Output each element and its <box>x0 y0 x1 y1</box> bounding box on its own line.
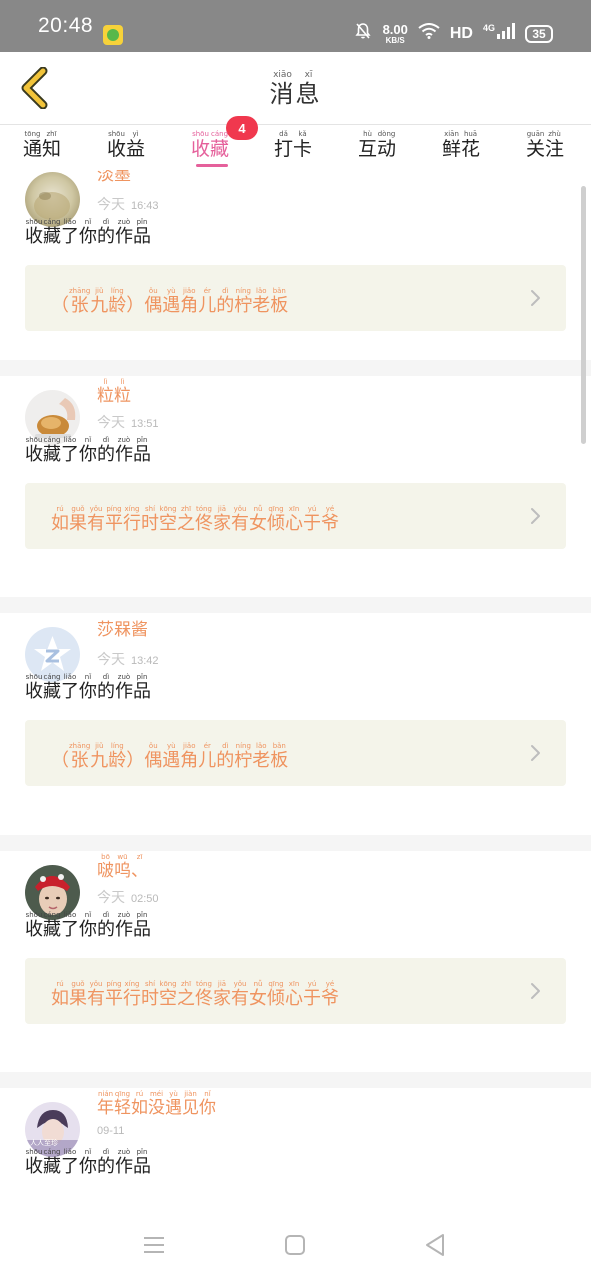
tab-4[interactable]: 打dǎ卡kǎ <box>274 130 312 161</box>
home-button[interactable] <box>280 1230 310 1260</box>
timestamp: 今天 02:50 <box>97 887 159 907</box>
tab-1[interactable]: 通tōng知zhī <box>23 130 61 161</box>
card-separator <box>0 835 591 851</box>
day-label: 今天 <box>97 652 125 668</box>
status-time: 20:48 <box>38 14 94 37</box>
signal-icon <box>497 23 515 44</box>
time-label: 13:42 <box>131 655 159 667</box>
tab-label: 通tōng知zhī <box>23 130 62 160</box>
username[interactable]: 啵bō呜wū、zī <box>97 853 148 881</box>
chevron-right-icon <box>526 289 544 307</box>
timestamp: 09-11 <box>97 1124 124 1137</box>
timestamp: 今天 13:42 <box>97 649 159 669</box>
card-separator <box>0 360 591 376</box>
wifi-icon <box>418 23 440 44</box>
page-title: 消xiāo息xī <box>0 70 591 109</box>
time-label: 02:50 <box>131 893 159 905</box>
notification-card[interactable]: 莎槑酱今天 13:42 收shōu藏cáng了liǎo你nǐ的dì作zuò品pǐn （… <box>0 613 591 803</box>
hd-label: HD <box>449 24 473 42</box>
battery-icon: 35 <box>525 24 553 43</box>
day-label: 今天 <box>97 890 125 906</box>
day-label: 今天 <box>97 415 125 431</box>
tab-bar: 4 通tōng知zhī 收shōu益yì 收shōu藏cáng 打dǎ卡kǎ 互hù动d… <box>0 116 591 170</box>
chevron-right-icon <box>526 507 544 525</box>
chevron-right-icon <box>526 744 544 762</box>
action-text: 收shōu藏cáng了liǎo你nǐ的dì作zuò品pǐn <box>25 218 151 247</box>
tab-2[interactable]: 收shōu益yì <box>107 130 145 161</box>
username[interactable]: 年nián轻qīng如rú没méi遇yù见jiàn你nǐ <box>97 1090 216 1118</box>
work-link[interactable]: 如rú果guǒ有yǒu平píng行xíng时shí空kōng之zhī佟tóng家… <box>25 483 566 549</box>
notification-card[interactable]: 粒lì粒lì 今天 13:51 收shōu藏cáng了liǎo你nǐ的dì作zuò品p… <box>0 376 591 566</box>
active-tab-indicator <box>196 164 228 167</box>
timestamp: 今天 13:51 <box>97 412 159 432</box>
action-text: 收shōu藏cáng了liǎo你nǐ的dì作zuò品pǐn <box>25 1148 151 1177</box>
net-speed: 8.00 KB/S <box>382 21 408 45</box>
tab-label: 鲜xiān花huā <box>442 130 481 160</box>
notification-card[interactable]: 淡墨今天 16:43 收shōu藏cáng了liǎo你nǐ的dì作zuò品pǐn （张… <box>0 170 591 348</box>
status-bar: 20:48 8.00 KB/S HD 4G 35 <box>0 0 591 52</box>
time-label: 13:51 <box>131 418 159 430</box>
notification-card[interactable]: 人人至珍 年nián轻qīng如rú没méi遇yù见jiàn你nǐ 09-11 收sh… <box>0 1088 591 1210</box>
timestamp: 今天 16:43 <box>97 194 159 214</box>
card-separator <box>0 1072 591 1088</box>
work-title: 如rú果guǒ有yǒu平píng行xíng时shí空kōng之zhī佟tóng家… <box>51 505 339 534</box>
tab-7[interactable]: 关guān注zhù <box>526 130 564 161</box>
action-text: 收shōu藏cáng了liǎo你nǐ的dì作zuò品pǐn <box>25 673 151 702</box>
tab-3[interactable]: 收shōu藏cáng <box>191 130 229 161</box>
unread-badge: 4 <box>226 116 258 140</box>
scrollbar[interactable] <box>581 186 586 444</box>
tab-label: 收shōu藏cáng <box>191 130 230 160</box>
work-link[interactable]: （张zhāng九jiǔ龄líng）偶ǒu遇yù角jiǎo儿ér的dì柠níng老… <box>25 265 566 331</box>
page-title-text: 消xiāo息xī <box>269 70 322 108</box>
work-title: （张zhāng九jiǔ龄líng）偶ǒu遇yù角jiǎo儿ér的dì柠níng老… <box>51 742 289 771</box>
username[interactable]: 淡墨 <box>97 170 131 185</box>
username[interactable]: 莎槑酱 <box>97 615 148 640</box>
app-header: 消xiāo息xī <box>0 52 591 125</box>
work-title: （张zhāng九jiǔ龄líng）偶ǒu遇yù角jiǎo儿ér的dì柠níng老… <box>51 287 289 316</box>
tab-6[interactable]: 鲜xiān花huā <box>442 130 480 161</box>
time-label: 09-11 <box>97 1125 125 1137</box>
notification-card[interactable]: 啵bō呜wū、zī 今天 02:50 收shōu藏cáng了liǎo你nǐ的dì作zu… <box>0 851 591 1041</box>
tab-label: 关guān注zhù <box>526 130 565 160</box>
bell-muted-icon <box>354 22 371 45</box>
action-text: 收shōu藏cáng了liǎo你nǐ的dì作zuò品pǐn <box>25 436 151 465</box>
time-label: 16:43 <box>131 200 159 212</box>
tab-label: 互hù动dòng <box>358 130 397 160</box>
day-label: 今天 <box>97 197 125 213</box>
action-text: 收shōu藏cáng了liǎo你nǐ的dì作zuò品pǐn <box>25 911 151 940</box>
card-separator <box>0 597 591 613</box>
notification-feed[interactable]: 淡墨今天 16:43 收shōu藏cáng了liǎo你nǐ的dì作zuò品pǐn （张… <box>0 170 591 1210</box>
network-type: 4G <box>482 22 495 33</box>
leaf-app-icon <box>103 25 123 45</box>
chevron-right-icon <box>526 982 544 1000</box>
tab-5[interactable]: 互hù动dòng <box>358 130 396 161</box>
menu-icon <box>144 1237 164 1253</box>
menu-button[interactable] <box>139 1230 169 1260</box>
work-link[interactable]: （张zhāng九jiǔ龄líng）偶ǒu遇yù角jiǎo儿ér的dì柠níng老… <box>25 720 566 786</box>
home-square-icon <box>285 1235 305 1255</box>
username[interactable]: 粒lì粒lì <box>97 378 131 406</box>
back-nav-button[interactable] <box>420 1230 450 1260</box>
work-title: 如rú果guǒ有yǒu平píng行xíng时shí空kōng之zhī佟tóng家… <box>51 980 339 1009</box>
tab-label: 收shōu益yì <box>107 130 146 160</box>
avatar-caption: 人人至珍 <box>30 1139 58 1147</box>
navigation-bar <box>0 1210 591 1280</box>
status-icons: 8.00 KB/S HD 4G 35 <box>354 21 553 45</box>
back-triangle-icon <box>426 1234 444 1256</box>
tab-label: 打dǎ卡kǎ <box>274 130 313 160</box>
work-link[interactable]: 如rú果guǒ有yǒu平píng行xíng时shí空kōng之zhī佟tóng家… <box>25 958 566 1024</box>
